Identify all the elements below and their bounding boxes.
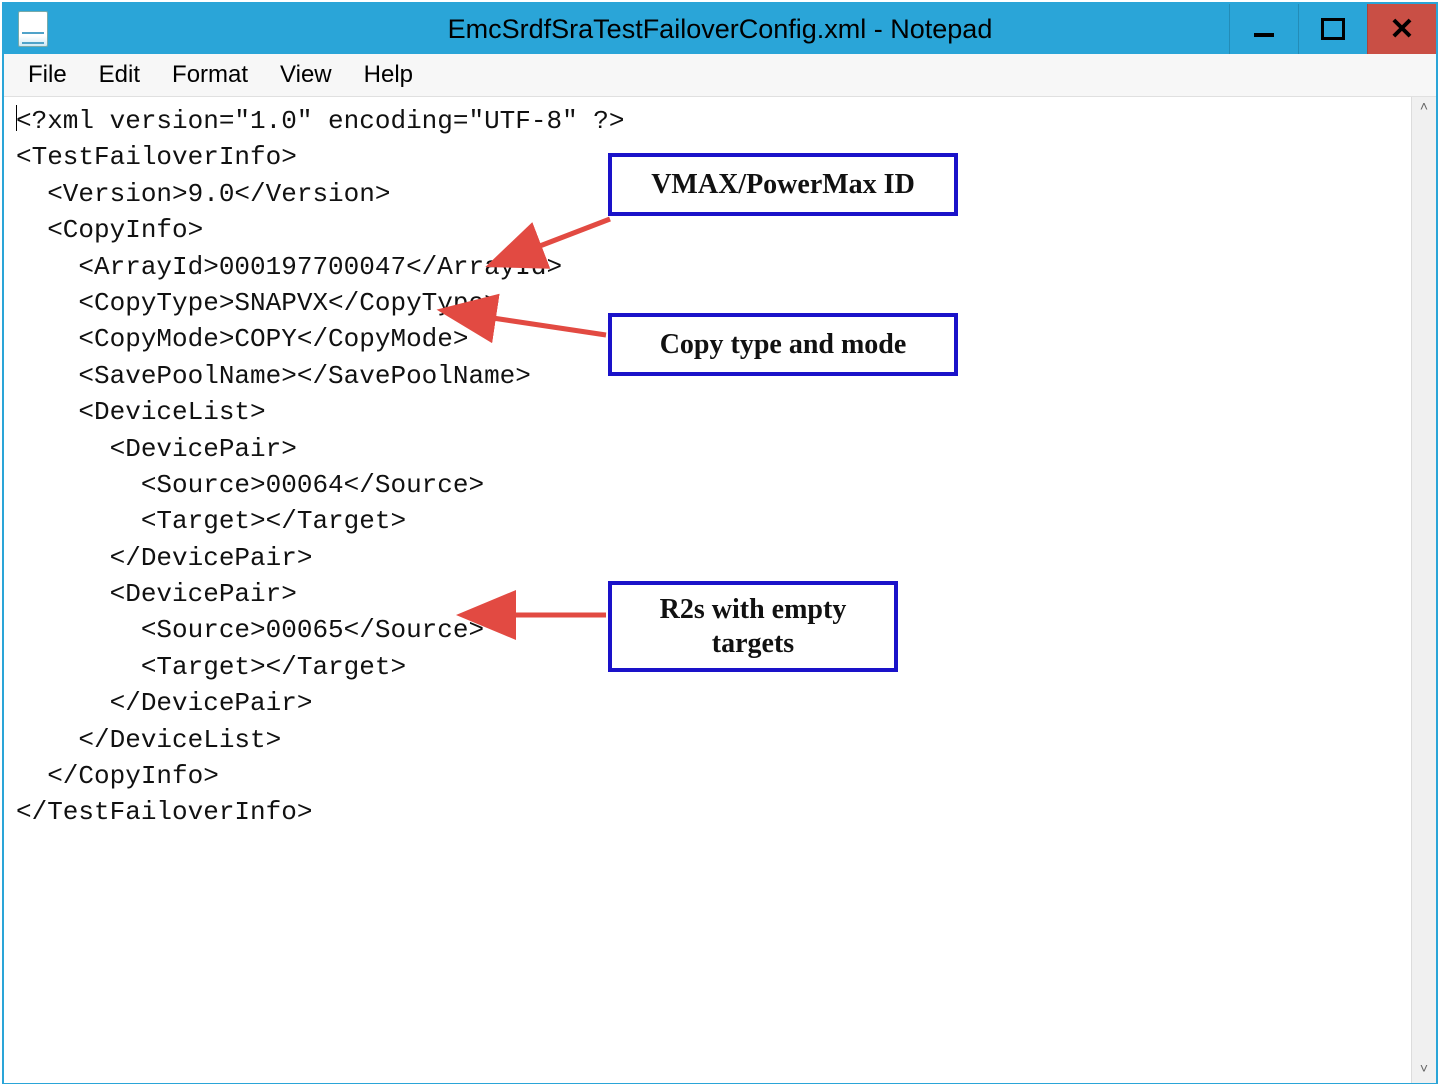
maximize-icon [1321,18,1345,40]
xml-dp2-src: <Source>00065</Source> [16,615,484,645]
xml-copytype: <CopyType>SNAPVX</CopyType> [16,288,500,318]
xml-copyinfo-close: </CopyInfo> [16,761,219,791]
maximize-button[interactable] [1298,4,1367,54]
callout-copy-text: Copy type and mode [660,329,907,360]
minimize-button[interactable] [1229,4,1298,54]
xml-dp2-close: </DevicePair> [16,688,312,718]
menu-edit[interactable]: Edit [83,57,156,93]
xml-devicelist-open: <DeviceList> [16,397,266,427]
callout-devices: R2s with empty targets [608,581,898,672]
xml-dp1-tgt: <Target></Target> [16,506,406,536]
arrow-devices [492,605,612,625]
xml-dp2-open: <DevicePair> [16,579,297,609]
xml-dp1-src: <Source>00064</Source> [16,470,484,500]
window-title: EmcSrdfSraTestFailoverConfig.xml - Notep… [4,14,1436,45]
xml-root-open: <TestFailoverInfo> [16,142,297,172]
xml-copymode: <CopyMode>COPY</CopyMode> [16,324,468,354]
notepad-icon [18,11,48,47]
xml-copyinfo-open: <CopyInfo> [16,215,203,245]
callout-devices-text: R2s with empty targets [660,594,847,659]
window-button-group: ✕ [1229,4,1436,54]
xml-decl: <?xml version="1.0" encoding="UTF-8" ?> [16,106,625,136]
xml-version: <Version>9.0</Version> [16,179,390,209]
menubar: File Edit Format View Help [4,54,1436,97]
arrow-copy [472,305,612,345]
menu-help[interactable]: Help [348,57,429,93]
xml-savepool: <SavePoolName></SavePoolName> [16,361,531,391]
menu-file[interactable]: File [12,57,83,93]
notepad-window: EmcSrdfSraTestFailoverConfig.xml - Notep… [2,2,1438,1084]
callout-arrayid: VMAX/PowerMax ID [608,153,958,216]
xml-dp1-open: <DevicePair> [16,434,297,464]
text-area[interactable]: <?xml version="1.0" encoding="UTF-8" ?> … [4,97,1436,1083]
callout-arrayid-text: VMAX/PowerMax ID [651,169,915,200]
close-icon: ✕ [1389,12,1414,47]
scroll-up-button[interactable]: ˄ [1412,97,1436,121]
xml-devicelist-close: </DeviceList> [16,725,281,755]
xml-dp1-close: </DevicePair> [16,543,312,573]
close-button[interactable]: ✕ [1367,4,1436,54]
xml-root-close: </TestFailoverInfo> [16,797,312,827]
minimize-icon [1254,33,1274,37]
xml-dp2-tgt: <Target></Target> [16,652,406,682]
titlebar[interactable]: EmcSrdfSraTestFailoverConfig.xml - Notep… [4,4,1436,54]
vertical-scrollbar[interactable]: ˄ ˅ [1411,97,1436,1083]
scroll-down-button[interactable]: ˅ [1412,1059,1436,1083]
xml-arrayid: <ArrayId>000197700047</ArrayId> [16,252,562,282]
arrow-arrayid [518,215,614,257]
callout-copy: Copy type and mode [608,313,958,376]
menu-format[interactable]: Format [156,57,264,93]
menu-view[interactable]: View [264,57,348,93]
